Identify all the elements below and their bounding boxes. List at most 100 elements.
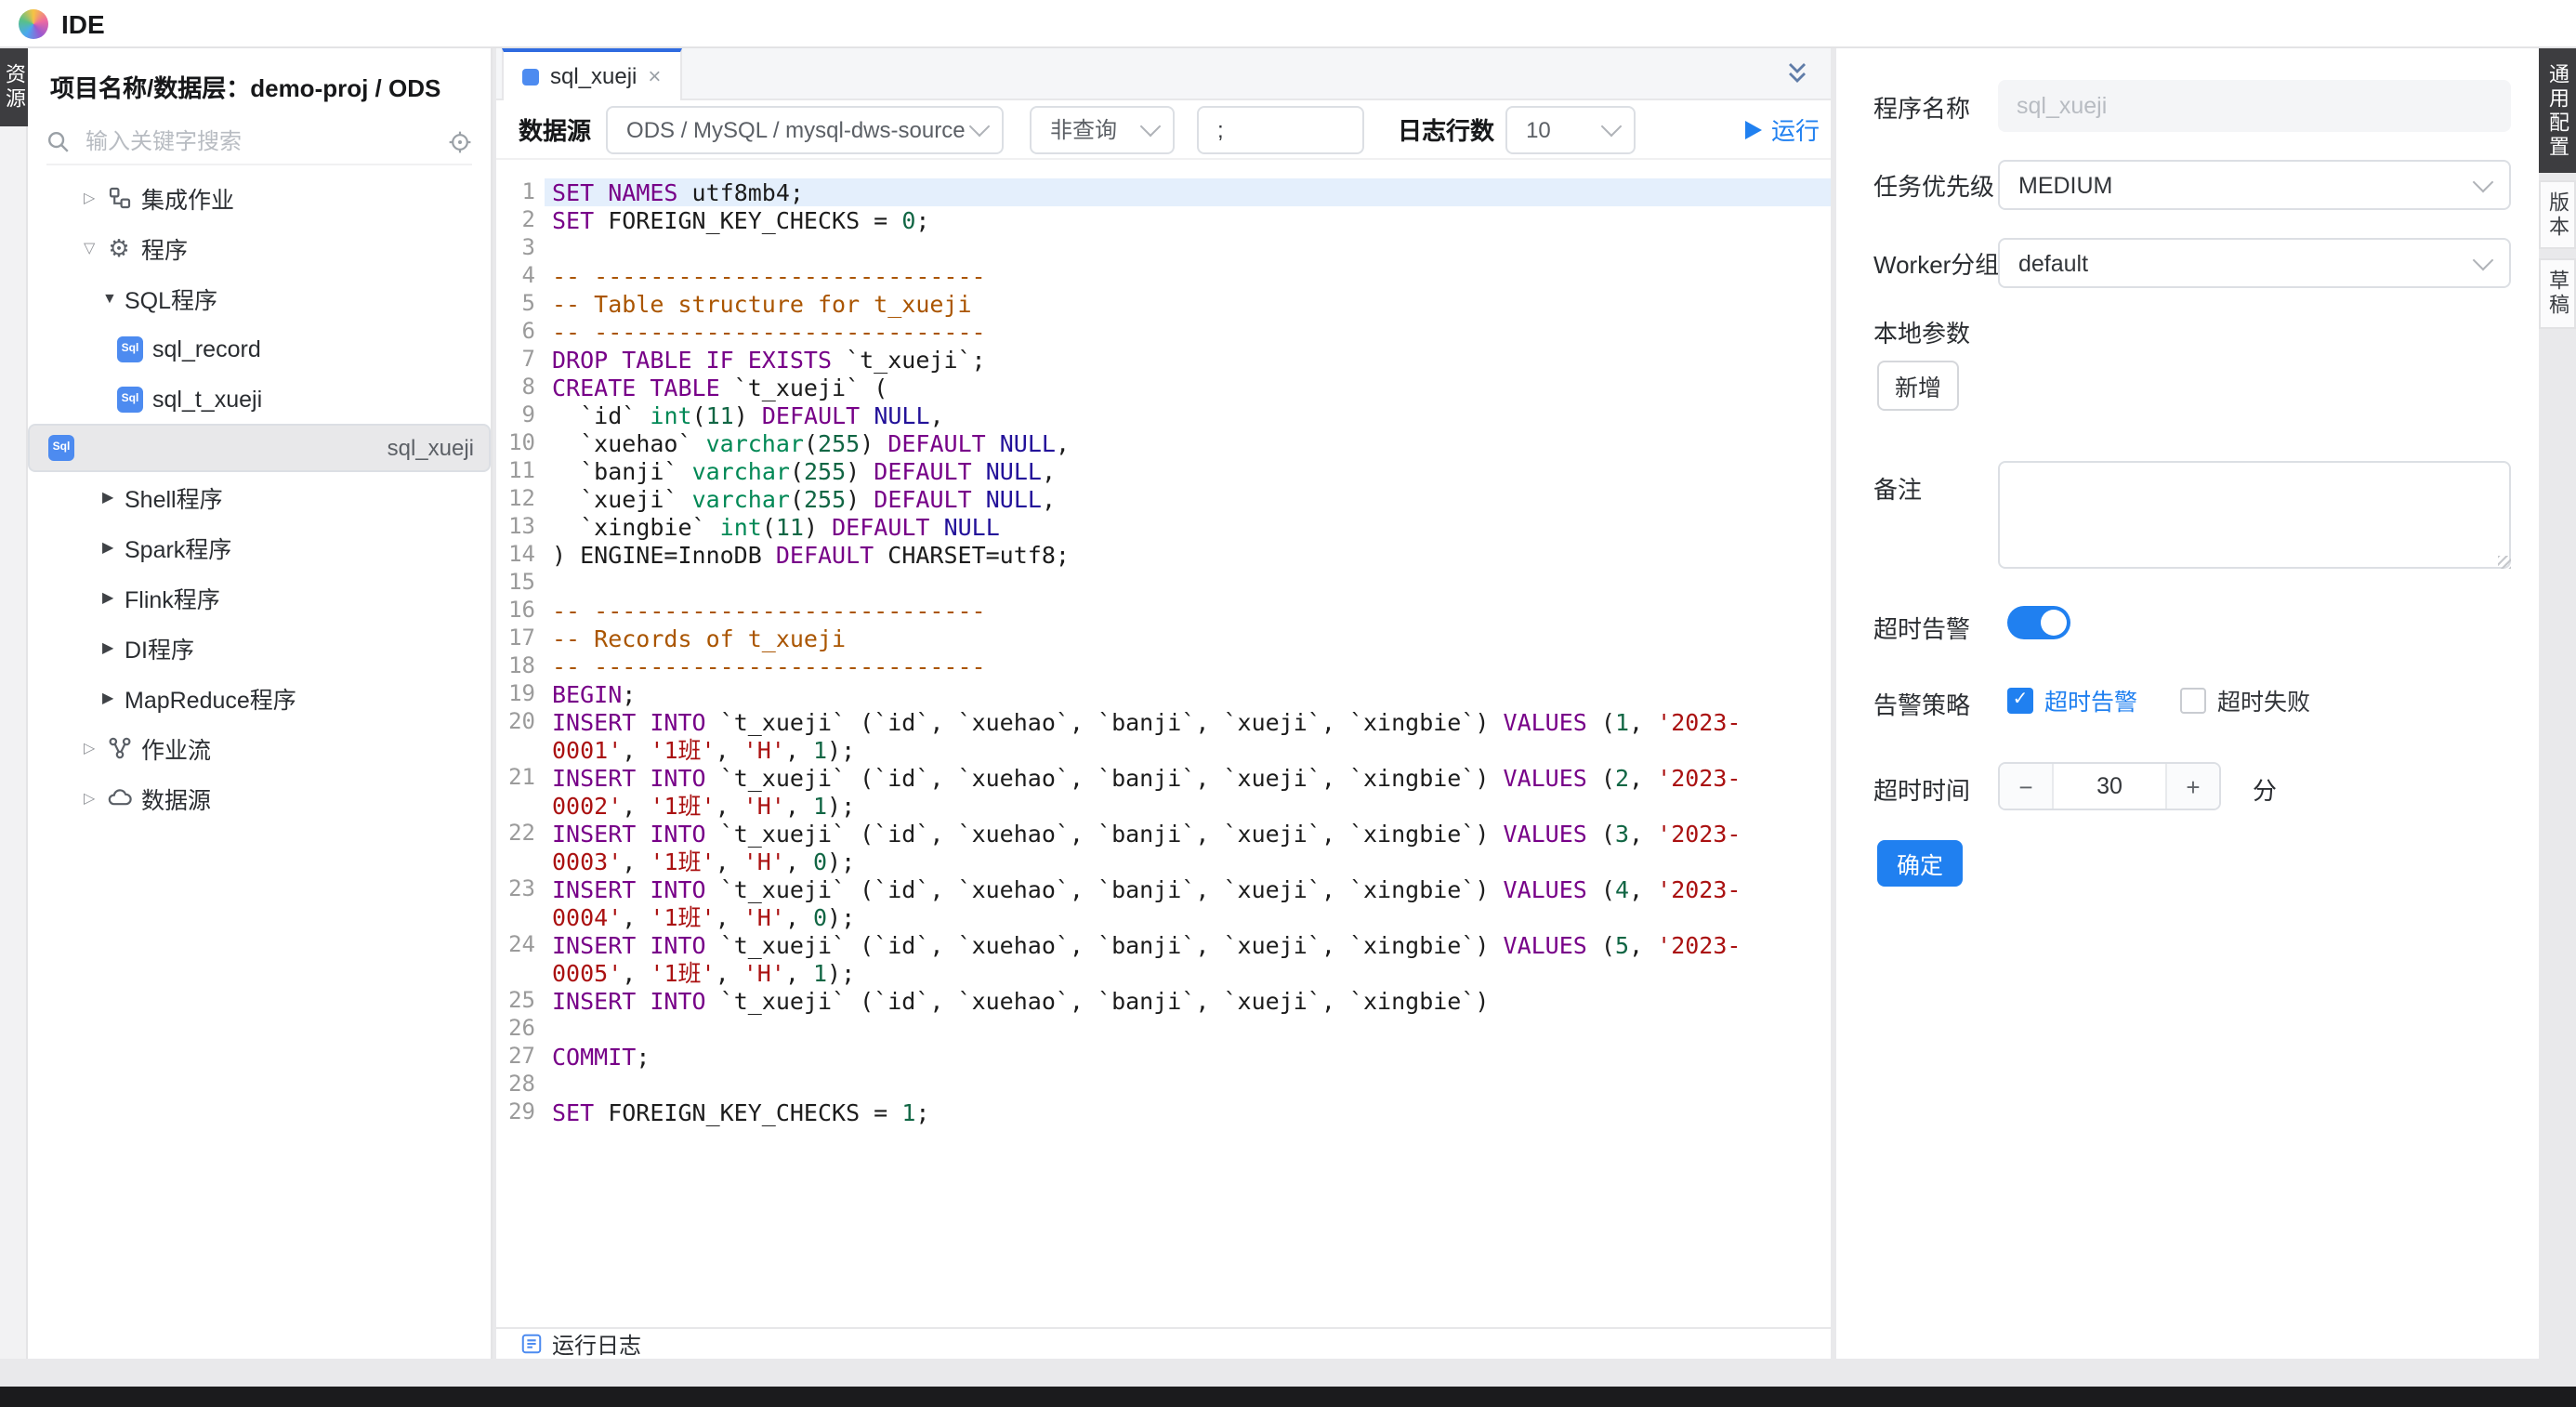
tree-item-integration-jobs[interactable]: 集成作业 xyxy=(28,173,491,223)
line-number: 8 xyxy=(496,374,545,401)
run-log-bar[interactable]: 运行日志 xyxy=(496,1327,1831,1359)
code-line-text: SET FOREIGN_KEY_CHECKS = 0; xyxy=(545,206,1831,234)
tree-item-sql-xueji[interactable]: sql_xueji xyxy=(28,424,491,472)
code-line[interactable]: 14) ENGINE=InnoDB DEFAULT CHARSET=utf8; xyxy=(496,541,1831,569)
code-line[interactable]: 18-- ---------------------------- xyxy=(496,652,1831,680)
tree-item-mapreduce-programs[interactable]: MapReduce程序 xyxy=(28,673,491,723)
code-line[interactable]: 29SET FOREIGN_KEY_CHECKS = 1; xyxy=(496,1098,1831,1126)
code-line[interactable]: 7DROP TABLE IF EXISTS `t_xueji`; xyxy=(496,346,1831,374)
code-line[interactable]: 16-- ---------------------------- xyxy=(496,597,1831,625)
code-line[interactable]: 2SET FOREIGN_KEY_CHECKS = 0; xyxy=(496,206,1831,234)
chevron-down-icon[interactable] xyxy=(102,290,125,307)
line-number: 7 xyxy=(496,346,545,374)
program-name-input[interactable] xyxy=(1998,80,2511,132)
code-line[interactable]: 3 xyxy=(496,234,1831,262)
chevron-right-icon[interactable] xyxy=(84,190,106,206)
line-number: 3 xyxy=(496,234,545,262)
locate-icon[interactable] xyxy=(448,129,472,153)
tree-item-spark-programs[interactable]: Spark程序 xyxy=(28,522,491,572)
alarm-option-timeout-alarm[interactable]: 超时告警 xyxy=(2007,682,2137,717)
run-log-label: 运行日志 xyxy=(552,1328,641,1360)
search-bar xyxy=(46,119,472,165)
tree-item-sql-record[interactable]: sql_record xyxy=(28,323,491,374)
code-line[interactable]: 4-- ---------------------------- xyxy=(496,262,1831,290)
remark-textarea[interactable] xyxy=(1998,461,2511,569)
tab-draft[interactable]: 草稿 xyxy=(2539,258,2576,329)
confirm-button[interactable]: 确定 xyxy=(1877,840,1963,887)
code-line[interactable]: 22INSERT INTO `t_xueji` (`id`, `xuehao`,… xyxy=(496,820,1831,875)
code-line[interactable]: 8CREATE TABLE `t_xueji` ( xyxy=(496,374,1831,401)
timeout-value[interactable]: 30 xyxy=(2054,764,2165,809)
alarm-option-timeout-fail[interactable]: 超时失败 xyxy=(2180,682,2310,717)
query-mode-select[interactable]: 非查询 xyxy=(1030,105,1175,153)
line-number: 17 xyxy=(496,625,545,652)
search-input[interactable] xyxy=(82,126,437,156)
code-line[interactable]: 9 `id` int(11) DEFAULT NULL, xyxy=(496,401,1831,429)
collapse-panel-icon[interactable] xyxy=(1786,61,1808,85)
line-number: 5 xyxy=(496,290,545,318)
code-line[interactable]: 12 `xueji` varchar(255) DEFAULT NULL, xyxy=(496,485,1831,513)
run-button[interactable]: 运行 xyxy=(1745,112,1820,147)
line-number: 16 xyxy=(496,597,545,625)
resize-handle[interactable] xyxy=(2498,556,2511,569)
tree-item-programs[interactable]: 程序 xyxy=(28,223,491,273)
code-line-text: INSERT INTO `t_xueji` (`id`, `xuehao`, `… xyxy=(545,708,1831,764)
chevron-right-icon[interactable] xyxy=(84,790,106,807)
close-icon[interactable] xyxy=(648,65,661,87)
code-line[interactable]: 15 xyxy=(496,569,1831,597)
code-line[interactable]: 28 xyxy=(496,1071,1831,1098)
code-line[interactable]: 20INSERT INTO `t_xueji` (`id`, `xuehao`,… xyxy=(496,708,1831,764)
query-mode-value: 非查询 xyxy=(1050,113,1117,145)
tab-general-config[interactable]: 通用配置 xyxy=(2539,48,2576,173)
add-param-button[interactable]: 新增 xyxy=(1877,361,1959,411)
code-line[interactable]: 13 `xingbie` int(11) DEFAULT NULL xyxy=(496,513,1831,541)
tree-item-workflows[interactable]: 作业流 xyxy=(28,723,491,773)
timeout-alarm-toggle[interactable] xyxy=(2007,606,2070,639)
run-label: 运行 xyxy=(1771,112,1820,147)
code-line[interactable]: 19BEGIN; xyxy=(496,680,1831,708)
tab-resources[interactable]: 资源 xyxy=(0,48,28,126)
tree-item-shell-programs[interactable]: Shell程序 xyxy=(28,472,491,522)
chevron-down-icon[interactable] xyxy=(84,240,106,256)
priority-select[interactable]: MEDIUM xyxy=(1998,160,2511,210)
code-line[interactable]: 21INSERT INTO `t_xueji` (`id`, `xuehao`,… xyxy=(496,764,1831,820)
code-line[interactable]: 27COMMIT; xyxy=(496,1043,1831,1071)
tree-item-sql-programs[interactable]: SQL程序 xyxy=(28,273,491,323)
code-line[interactable]: 23INSERT INTO `t_xueji` (`id`, `xuehao`,… xyxy=(496,875,1831,931)
tree-item-flink-programs[interactable]: Flink程序 xyxy=(28,572,491,623)
chevron-right-icon[interactable] xyxy=(84,740,106,756)
editor-tab-sql-xueji[interactable]: sql_xueji xyxy=(502,48,681,100)
line-number: 1 xyxy=(496,178,545,206)
code-line[interactable]: 6-- ---------------------------- xyxy=(496,318,1831,346)
separator-input[interactable]: ; xyxy=(1197,105,1364,153)
code-line[interactable]: 11 `banji` varchar(255) DEFAULT NULL, xyxy=(496,457,1831,485)
code-line[interactable]: 24INSERT INTO `t_xueji` (`id`, `xuehao`,… xyxy=(496,931,1831,987)
increment-button[interactable]: + xyxy=(2165,764,2219,809)
chevron-right-icon[interactable] xyxy=(102,690,125,706)
code-editor[interactable]: 1SET NAMES utf8mb4;2SET FOREIGN_KEY_CHEC… xyxy=(496,160,1831,1327)
log-lines-select[interactable]: 10 xyxy=(1505,105,1636,153)
checkbox-unchecked-icon[interactable] xyxy=(2180,687,2206,713)
code-line[interactable]: 1SET NAMES utf8mb4; xyxy=(496,178,1831,206)
editor-toolbar: 数据源 ODS / MySQL / mysql-dws-source 非查询 ;… xyxy=(496,100,1831,160)
line-number: 12 xyxy=(496,485,545,513)
tree-item-datasources[interactable]: 数据源 xyxy=(28,773,491,823)
line-number: 9 xyxy=(496,401,545,429)
code-line[interactable]: 26 xyxy=(496,1015,1831,1043)
checkbox-checked-icon[interactable] xyxy=(2007,687,2033,713)
chevron-right-icon[interactable] xyxy=(102,489,125,506)
code-line[interactable]: 17-- Records of t_xueji xyxy=(496,625,1831,652)
chevron-right-icon[interactable] xyxy=(102,539,125,556)
code-line[interactable]: 10 `xuehao` varchar(255) DEFAULT NULL, xyxy=(496,429,1831,457)
tree-item-di-programs[interactable]: DI程序 xyxy=(28,623,491,673)
datasource-select[interactable]: ODS / MySQL / mysql-dws-source xyxy=(606,105,1004,153)
worker-group-select[interactable]: default xyxy=(1998,238,2511,288)
tree-item-sql-t-xueji[interactable]: sql_t_xueji xyxy=(28,374,491,424)
timeout-stepper: − 30 + xyxy=(1998,762,2221,810)
chevron-right-icon[interactable] xyxy=(102,639,125,656)
tab-version[interactable]: 版本 xyxy=(2539,180,2576,249)
code-line[interactable]: 5-- Table structure for t_xueji xyxy=(496,290,1831,318)
code-line[interactable]: 25INSERT INTO `t_xueji` (`id`, `xuehao`,… xyxy=(496,987,1831,1015)
decrement-button[interactable]: − xyxy=(2000,764,2054,809)
chevron-right-icon[interactable] xyxy=(102,589,125,606)
